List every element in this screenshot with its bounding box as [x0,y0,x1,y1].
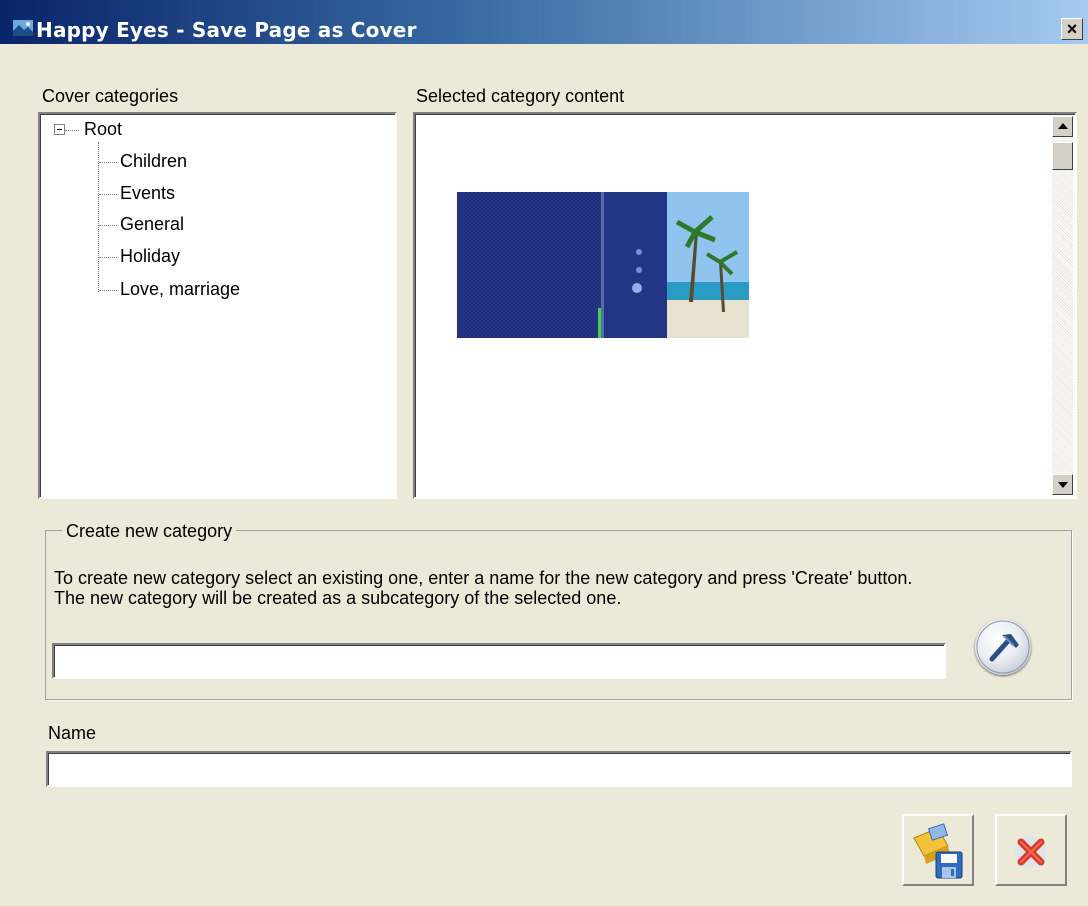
tree-item-root[interactable]: Root [84,119,122,140]
create-button[interactable] [975,619,1031,675]
cover-categories-label: Cover categories [42,86,179,106]
tree-item-holiday[interactable]: Holiday [120,246,180,267]
close-icon: × [1066,19,1078,39]
window-title: Happy Eyes - Save Page as Cover [36,18,417,42]
create-category-title: Create new category [62,521,237,542]
tree-item-love-marriage[interactable]: Love, marriage [120,279,240,300]
app-icon [13,20,33,36]
new-category-input[interactable] [52,643,946,679]
scroll-down-button[interactable] [1052,474,1073,495]
cover-thumbnail[interactable] [457,192,749,338]
arrow-up-icon [1058,123,1068,129]
cover-image [457,192,749,338]
scroll-thumb[interactable] [1052,142,1073,170]
save-button[interactable] [902,814,974,886]
title-bar: Happy Eyes - Save Page as Cover × [0,0,1088,44]
content-label: Selected category content [416,86,625,106]
collapse-icon[interactable] [54,124,65,135]
tree-item-general[interactable]: General [120,214,184,235]
name-label: Name [48,723,97,743]
tree-item-children[interactable]: Children [120,151,187,172]
name-input[interactable] [46,751,1072,787]
tree-item-events[interactable]: Events [120,183,175,204]
scroll-up-button[interactable] [1052,116,1073,137]
hammer-icon [976,620,1030,674]
close-button[interactable]: × [1061,18,1083,40]
cancel-button[interactable] [995,814,1067,886]
arrow-down-icon [1058,482,1068,488]
create-category-description: To create new category select an existin… [54,568,913,608]
cancel-icon [1015,836,1047,868]
save-icon [913,823,963,879]
categories-tree[interactable]: Root Children Events General Holiday Lov… [38,112,397,499]
content-panel [413,112,1077,499]
content-scrollbar[interactable] [1052,116,1073,495]
